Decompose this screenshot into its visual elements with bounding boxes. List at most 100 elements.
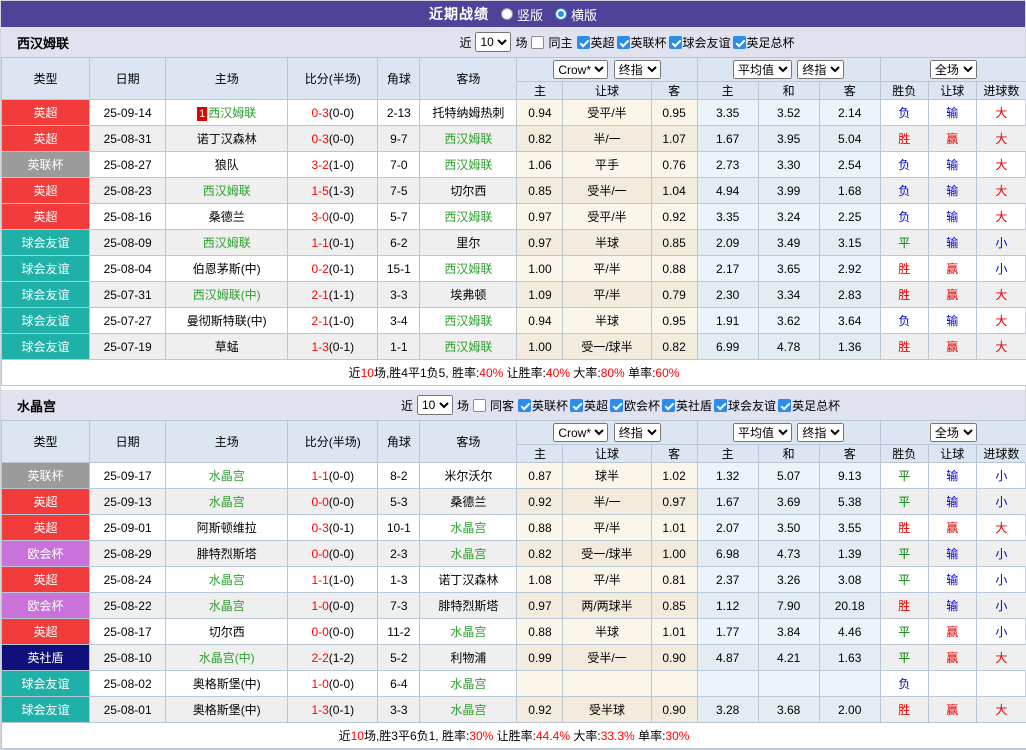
full-time-score[interactable]: 1-3 (311, 703, 328, 717)
league-checkbox[interactable] (669, 36, 682, 49)
layout-vertical-option[interactable]: 竖版 (501, 5, 543, 24)
full-time-score[interactable]: 0-3 (311, 132, 328, 146)
home-team-name[interactable]: 西汉姆联 (203, 236, 251, 250)
away-team-name[interactable]: 西汉姆联 (444, 262, 492, 276)
away-team-name[interactable]: 米尔沃尔 (444, 469, 492, 483)
full-time-score[interactable]: 1-0 (311, 677, 328, 691)
home-team-name[interactable]: 曼彻斯特联(中) (187, 314, 267, 328)
league-checkbox[interactable] (733, 36, 746, 49)
home-team-name[interactable]: 奥格斯堡(中) (193, 677, 261, 691)
full-time-score[interactable]: 1-1 (311, 236, 328, 250)
league-checkbox[interactable] (577, 36, 590, 49)
full-time-score[interactable]: 0-0 (311, 495, 328, 509)
league-filter[interactable]: 英社盾 (662, 397, 712, 414)
home-team-name[interactable]: 水晶宫 (209, 599, 245, 613)
same-venue-checkbox[interactable] (473, 399, 486, 412)
full-time-score[interactable]: 2-2 (311, 651, 328, 665)
full-time-score[interactable]: 0-2 (311, 262, 328, 276)
home-team-name[interactable]: 西汉姆联 (208, 106, 256, 120)
league-checkbox[interactable] (617, 36, 630, 49)
league-checkbox[interactable] (778, 399, 791, 412)
league-filter[interactable]: 英联杯 (518, 397, 568, 414)
league-filter[interactable]: 英联杯 (617, 34, 667, 51)
away-team-name[interactable]: 诺丁汉森林 (438, 573, 498, 587)
home-team-name[interactable]: 阿斯顿维拉 (197, 521, 257, 535)
avg-type-select[interactable]: 平均值 (733, 423, 792, 442)
home-team-name[interactable]: 西汉姆联(中) (193, 288, 261, 302)
full-time-score[interactable]: 2-1 (311, 314, 328, 328)
away-team-name[interactable]: 里尔 (456, 236, 480, 250)
league-checkbox[interactable] (714, 399, 727, 412)
full-time-score[interactable]: 0-0 (311, 547, 328, 561)
league-filter[interactable]: 英超 (577, 34, 615, 51)
league-checkbox[interactable] (518, 399, 531, 412)
away-team-name[interactable]: 西汉姆联 (444, 314, 492, 328)
away-team-name[interactable]: 西汉姆联 (444, 158, 492, 172)
avg-time-select[interactable]: 终指 (797, 423, 844, 442)
col-home: 主场 (166, 421, 288, 463)
scope-select[interactable]: 全场 (930, 423, 977, 442)
away-team-name[interactable]: 水晶宫 (450, 521, 486, 535)
full-time-score[interactable]: 1-3 (311, 340, 328, 354)
full-time-score[interactable]: 1-0 (311, 599, 328, 613)
home-team-name[interactable]: 切尔西 (209, 625, 245, 639)
home-team-name[interactable]: 西汉姆联 (203, 184, 251, 198)
away-team-name[interactable]: 托特纳姆热刺 (432, 106, 504, 120)
league-checkbox[interactable] (610, 399, 623, 412)
layout-horizontal-option[interactable]: 横版 (555, 5, 597, 24)
away-team-name[interactable]: 水晶宫 (450, 677, 486, 691)
home-team-name[interactable]: 水晶宫 (209, 573, 245, 587)
odds-company-select[interactable]: Crow* (553, 60, 608, 79)
league-filter[interactable]: 球会友谊 (669, 34, 731, 51)
league-filter[interactable]: 英超 (570, 397, 608, 414)
full-time-score[interactable]: 0-3 (311, 106, 328, 120)
league-checkbox[interactable] (662, 399, 675, 412)
recent-count-select[interactable]: 10 (475, 32, 511, 52)
full-time-score[interactable]: 3-0 (311, 210, 328, 224)
avg-time-select[interactable]: 终指 (797, 60, 844, 79)
away-team-name[interactable]: 西汉姆联 (444, 132, 492, 146)
odds-time-select[interactable]: 终指 (614, 60, 661, 79)
result-goals: 大 (976, 334, 1026, 360)
full-time-score[interactable]: 0-0 (311, 625, 328, 639)
away-team-name[interactable]: 水晶宫 (450, 703, 486, 717)
away-team-name[interactable]: 埃弗顿 (450, 288, 486, 302)
league-filter[interactable]: 球会友谊 (714, 397, 776, 414)
odds-company-select[interactable]: Crow* (553, 423, 608, 442)
home-team-name[interactable]: 诺丁汉森林 (197, 132, 257, 146)
away-team-name[interactable]: 利物浦 (450, 651, 486, 665)
full-time-score[interactable]: 1-1 (311, 469, 328, 483)
home-team-name[interactable]: 桑德兰 (209, 210, 245, 224)
away-team-name[interactable]: 腓特烈斯塔 (438, 599, 498, 613)
home-team-name[interactable]: 水晶宫(中) (199, 651, 255, 665)
home-team-name[interactable]: 奥格斯堡(中) (193, 703, 261, 717)
league-filter[interactable]: 英足总杯 (733, 34, 795, 51)
full-time-score[interactable]: 2-1 (311, 288, 328, 302)
away-team-name[interactable]: 切尔西 (450, 184, 486, 198)
away-team-name[interactable]: 桑德兰 (450, 495, 486, 509)
away-team-name[interactable]: 水晶宫 (450, 547, 486, 561)
home-team-name[interactable]: 水晶宫 (209, 495, 245, 509)
league-filter[interactable]: 英足总杯 (778, 397, 840, 414)
home-team-name[interactable]: 伯恩茅斯(中) (193, 262, 261, 276)
full-time-score[interactable]: 1-5 (311, 184, 328, 198)
scope-select[interactable]: 全场 (930, 60, 977, 79)
recent-count-select[interactable]: 10 (417, 395, 453, 415)
same-venue-checkbox[interactable] (531, 36, 544, 49)
home-team-name[interactable]: 草蜢 (215, 340, 239, 354)
full-time-score[interactable]: 3-2 (311, 158, 328, 172)
home-team-name[interactable]: 腓特烈斯塔 (197, 547, 257, 561)
league-checkbox[interactable] (570, 399, 583, 412)
full-time-score[interactable]: 1-1 (311, 573, 328, 587)
vertical-radio-icon[interactable] (501, 8, 513, 20)
home-team-name[interactable]: 水晶宫 (209, 469, 245, 483)
home-team-name[interactable]: 狼队 (215, 158, 239, 172)
odds-time-select[interactable]: 终指 (614, 423, 661, 442)
full-time-score[interactable]: 0-3 (311, 521, 328, 535)
away-team-name[interactable]: 西汉姆联 (444, 340, 492, 354)
away-team-name[interactable]: 西汉姆联 (444, 210, 492, 224)
horizontal-radio-icon[interactable] (555, 8, 567, 20)
away-team-name[interactable]: 水晶宫 (450, 625, 486, 639)
avg-type-select[interactable]: 平均值 (733, 60, 792, 79)
league-filter[interactable]: 欧会杯 (610, 397, 660, 414)
